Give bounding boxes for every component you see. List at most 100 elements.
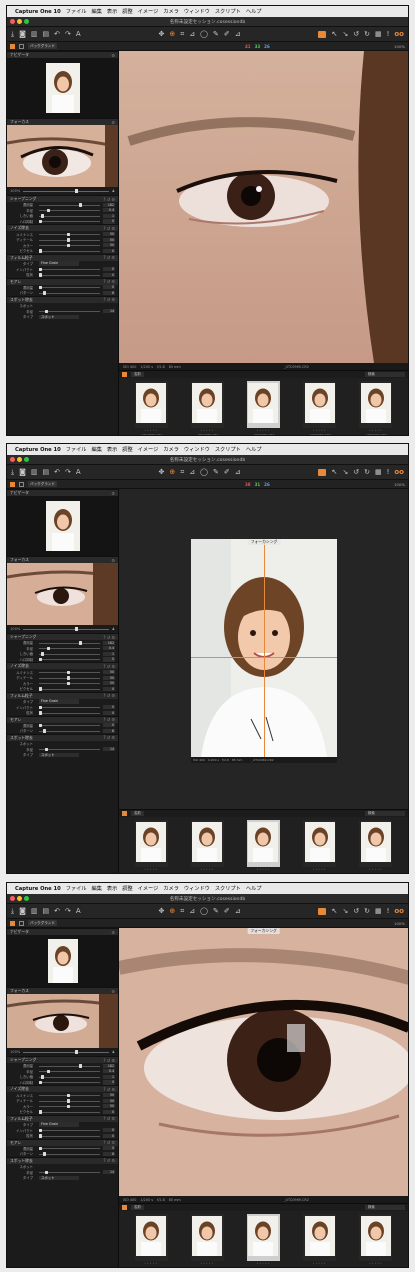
image-viewer[interactable]: [119, 51, 408, 363]
spot-header[interactable]: スポット除去? ↺ ⚙: [7, 1156, 118, 1164]
focus-header[interactable]: フォーカス ⚙: [7, 118, 118, 125]
folder-icon[interactable]: ▤: [43, 468, 50, 476]
grain-header[interactable]: フィルム粒子? ↺ ⚙: [7, 691, 118, 699]
layer-dropdown[interactable]: バックグランド: [28, 43, 58, 49]
person-icon[interactable]: ♟: [112, 1050, 115, 1054]
menu-window[interactable]: ウィンドウ: [184, 8, 210, 15]
noise-header[interactable]: ノイズ除去? ↺ ⚙: [7, 662, 118, 670]
menu-view[interactable]: 表示: [107, 446, 117, 453]
sharpening-header[interactable]: シャープニング? ↺ ⚙: [7, 633, 118, 640]
menu-camera[interactable]: カメラ: [163, 446, 179, 453]
spot-icon[interactable]: ◯: [200, 30, 208, 38]
rating-stars[interactable]: •••••: [369, 428, 383, 432]
loupe-icon[interactable]: ⊕: [169, 468, 175, 476]
spot-type-row[interactable]: タイプ スポット: [7, 314, 118, 320]
spot-header[interactable]: スポット除去? ↺ ⚙: [7, 733, 118, 741]
menu-app-name[interactable]: Capture One 10: [15, 447, 61, 453]
grid-view-icon[interactable]: [122, 811, 127, 816]
thumbnail[interactable]: ••••• _UTC0969.CR2: [131, 1214, 171, 1267]
exposure-icon[interactable]: !: [387, 30, 390, 38]
menu-adjust[interactable]: 調整: [122, 8, 132, 15]
grid-view-icon[interactable]: [122, 372, 127, 377]
sort-dropdown[interactable]: 名前: [131, 1205, 144, 1210]
menu-camera[interactable]: カメラ: [163, 8, 179, 15]
menu-image[interactable]: イメージ: [138, 885, 159, 892]
delete-icon[interactable]: ▥: [31, 30, 38, 38]
thumbnail[interactable]: ••••• _UTC0969.CR2: [187, 820, 227, 873]
search-field[interactable]: 検索: [365, 811, 405, 816]
navigator-header[interactable]: ナビゲータ ⚙: [7, 489, 118, 496]
menu-adjust[interactable]: 調整: [122, 446, 132, 453]
menu-window[interactable]: ウィンドウ: [184, 885, 210, 892]
menu-script[interactable]: スクリプト: [215, 446, 241, 453]
grain-header[interactable]: フィルム粒子? ↺ ⚙: [7, 1114, 118, 1122]
rating-stars[interactable]: •••••: [144, 867, 158, 871]
thumbnail[interactable]: ••••• _UTC0969.CR2: [243, 820, 283, 873]
import-icon[interactable]: ⤓: [11, 468, 14, 476]
brush-icon[interactable]: ✎: [213, 907, 219, 915]
focus-header[interactable]: フォーカス ⚙: [7, 987, 118, 994]
redo-icon[interactable]: ↷: [65, 468, 71, 476]
glasses-icon[interactable]: oo: [394, 468, 404, 476]
menu-adjust[interactable]: 調整: [122, 885, 132, 892]
undo-icon[interactable]: ↶: [54, 30, 60, 38]
search-field[interactable]: 検索: [365, 1205, 405, 1210]
rating-stars[interactable]: •••••: [257, 867, 271, 871]
navigator-header[interactable]: ナビゲータ ⚙: [7, 51, 118, 58]
single-view-icon[interactable]: [10, 481, 15, 487]
apply-icon[interactable]: ↘: [342, 907, 348, 915]
rating-stars[interactable]: •••••: [200, 428, 214, 432]
folder-icon[interactable]: ▤: [43, 30, 50, 38]
menu-edit[interactable]: 編集: [92, 885, 102, 892]
edit-all-icon[interactable]: [318, 468, 327, 476]
import-icon[interactable]: ⤓: [11, 907, 14, 915]
brush-icon[interactable]: ✎: [213, 468, 219, 476]
rating-stars[interactable]: •••••: [200, 867, 214, 871]
text-icon[interactable]: A: [76, 468, 81, 476]
eraser-icon[interactable]: ✐: [224, 30, 230, 38]
thumbnail[interactable]: ••••• _UTC0969.CR2: [243, 381, 283, 435]
menu-window[interactable]: ウィンドウ: [184, 446, 210, 453]
thumbnail[interactable]: ••••• _UTC0969.CR2: [356, 1214, 396, 1267]
menu-file[interactable]: ファイル: [66, 8, 87, 15]
rotate-icon[interactable]: ↻: [364, 30, 370, 38]
multi-view-icon[interactable]: [19, 43, 24, 49]
exposure-icon[interactable]: !: [387, 468, 390, 476]
navigator-preview[interactable]: [7, 58, 118, 118]
glasses-icon[interactable]: oo: [394, 907, 404, 915]
pan-icon[interactable]: ✥: [159, 907, 165, 915]
keystone-icon[interactable]: ⊿: [189, 468, 195, 476]
focus-zoom-slider[interactable]: [23, 1050, 109, 1054]
menu-help[interactable]: ヘルプ: [246, 885, 262, 892]
redo-icon[interactable]: ↷: [65, 907, 71, 915]
single-view-icon[interactable]: [10, 43, 15, 49]
rating-stars[interactable]: •••••: [144, 428, 158, 432]
eraser-icon[interactable]: ✐: [224, 468, 230, 476]
eraser-icon[interactable]: ✐: [224, 907, 230, 915]
rotate-icon[interactable]: ↻: [364, 468, 370, 476]
rating-stars[interactable]: •••••: [313, 867, 327, 871]
thumbnail[interactable]: ••••• _UTC0969.CR2: [131, 381, 171, 435]
spot-icon[interactable]: ◯: [200, 468, 208, 476]
glasses-icon[interactable]: oo: [394, 30, 404, 38]
thumbnail[interactable]: ••••• _UTC0969.CR2: [131, 820, 171, 873]
moire-header[interactable]: モアレ? ↺ ⚙: [7, 715, 118, 723]
camera-icon[interactable]: ◙: [19, 30, 26, 38]
menu-file[interactable]: ファイル: [66, 885, 87, 892]
thumbnail[interactable]: ••••• _UTC0969.CR2: [300, 381, 340, 435]
menu-script[interactable]: スクリプト: [215, 885, 241, 892]
crop-icon[interactable]: ⌗: [180, 907, 184, 915]
thumbnail[interactable]: ••••• _UTC0969.CR2: [187, 1214, 227, 1267]
picker-icon[interactable]: ⊿: [235, 907, 241, 915]
reset-icon[interactable]: ↺: [353, 30, 359, 38]
menu-app-name[interactable]: Capture One 10: [15, 9, 61, 15]
proof-icon[interactable]: ▦: [375, 907, 382, 915]
redo-icon[interactable]: ↷: [65, 30, 71, 38]
menu-edit[interactable]: 編集: [92, 446, 102, 453]
proof-icon[interactable]: ▦: [375, 468, 382, 476]
image-viewer[interactable]: フォーカシング: [119, 928, 408, 1196]
pan-icon[interactable]: ✥: [159, 30, 165, 38]
copy-icon[interactable]: ↖: [331, 30, 337, 38]
menu-camera[interactable]: カメラ: [163, 885, 179, 892]
menu-image[interactable]: イメージ: [138, 446, 159, 453]
